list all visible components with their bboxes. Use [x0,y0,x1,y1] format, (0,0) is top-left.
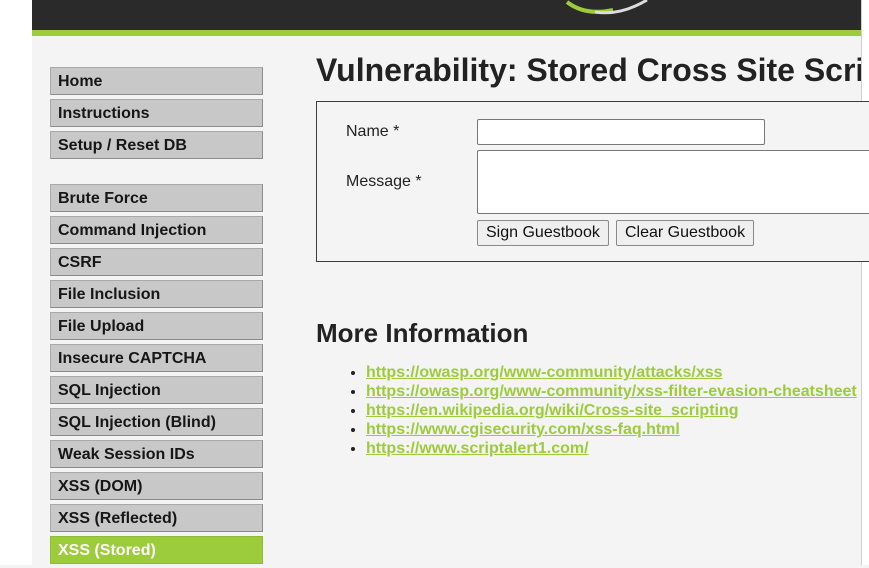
link-owasp-xss[interactable]: https://owasp.org/www-community/attacks/… [366,364,723,381]
menu-item-file-upload[interactable]: File Upload [50,312,263,340]
list-item: https://en.wikipedia.org/wiki/Cross-site… [366,401,866,420]
list-item: https://owasp.org/www-community/attacks/… [366,363,866,382]
menu-item-insecure-captcha[interactable]: Insecure CAPTCHA [50,344,263,372]
menu-group-vulnerabilities: Brute Force Command Injection CSRF File … [50,184,263,564]
header-stripe [32,30,861,36]
more-information-links: https://owasp.org/www-community/attacks/… [346,363,866,458]
page-title: Vulnerability: Stored Cross Site Scripti… [316,52,861,88]
sidebar-menu: Home Instructions Setup / Reset DB Brute… [50,67,263,568]
menu-item-brute-force[interactable]: Brute Force [50,184,263,212]
header-bar [32,0,861,30]
clear-guestbook-button[interactable]: Clear Guestbook [616,220,755,246]
logo-icon [565,0,648,15]
menu-item-sql-injection[interactable]: SQL Injection [50,376,263,404]
menu-item-xss-dom[interactable]: XSS (DOM) [50,472,263,500]
left-gutter [0,0,32,565]
menu-item-command-injection[interactable]: Command Injection [50,216,263,244]
menu-item-instructions[interactable]: Instructions [50,99,263,127]
guestbook-form: Name * Message * Sign Guestbook Clear Gu… [316,101,869,262]
menu-item-csrf[interactable]: CSRF [50,248,263,276]
sign-guestbook-button[interactable]: Sign Guestbook [477,220,609,246]
menu-item-file-inclusion[interactable]: File Inclusion [50,280,263,308]
menu-item-sql-injection-blind[interactable]: SQL Injection (Blind) [50,408,263,436]
main-content: Vulnerability: Stored Cross Site Scripti… [316,50,869,457]
list-item: https://www.cgisecurity.com/xss-faq.html [366,420,866,439]
menu-item-xss-reflected[interactable]: XSS (Reflected) [50,504,263,532]
menu-item-weak-session-ids[interactable]: Weak Session IDs [50,440,263,468]
message-label: Message * [346,173,422,190]
right-gutter [861,0,869,565]
link-owasp-xss-filter-evasion[interactable]: https://owasp.org/www-community/xss-filt… [366,383,857,400]
menu-gap [50,163,263,184]
link-wikipedia-xss[interactable]: https://en.wikipedia.org/wiki/Cross-site… [366,402,739,419]
menu-item-home[interactable]: Home [50,67,263,95]
link-cgisecurity-xss-faq[interactable]: https://www.cgisecurity.com/xss-faq.html [366,421,680,438]
list-item: https://owasp.org/www-community/xss-filt… [366,382,866,401]
name-label: Name * [346,123,400,140]
menu-item-setup-reset-db[interactable]: Setup / Reset DB [50,131,263,159]
link-scriptalert1[interactable]: https://www.scriptalert1.com/ [366,440,589,457]
message-textarea[interactable] [477,150,869,214]
menu-item-xss-stored[interactable]: XSS (Stored) [50,536,263,564]
menu-group-main: Home Instructions Setup / Reset DB [50,67,263,159]
name-input[interactable] [477,119,765,145]
list-item: https://www.scriptalert1.com/ [366,439,866,458]
more-information-heading: More Information [316,318,529,348]
